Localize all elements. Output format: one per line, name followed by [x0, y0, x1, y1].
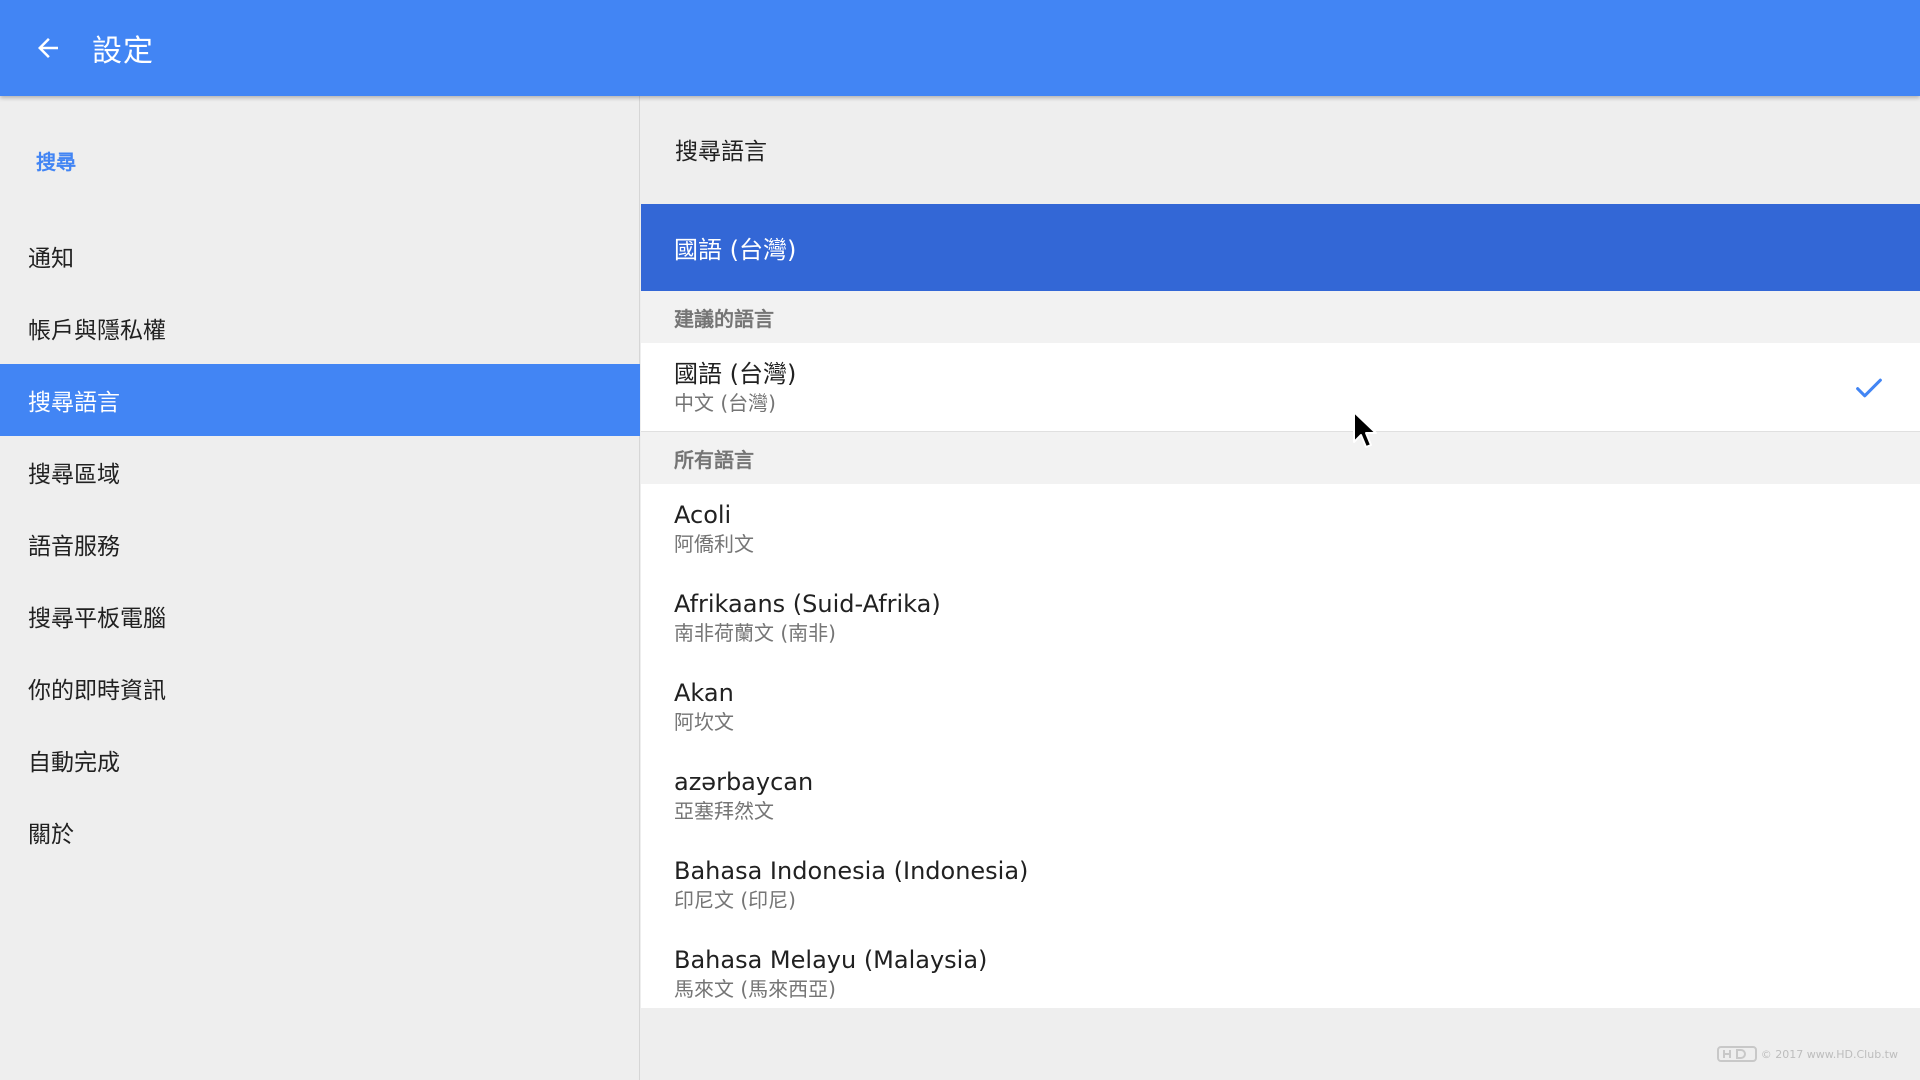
sidebar-item-label: 搜尋語言	[28, 390, 120, 416]
language-translation: 阿坎文	[674, 710, 734, 734]
arrow-left-icon	[38, 38, 58, 58]
panel-footer: © 2017 www.HD.Club.tw	[641, 1008, 1920, 1080]
sidebar-item-notifications[interactable]: 通知	[0, 220, 640, 292]
back-button[interactable]	[20, 20, 76, 76]
language-name: Bahasa Melayu (Malaysia)	[674, 946, 988, 974]
list-item-language[interactable]: Acoli 阿僑利文	[641, 484, 1920, 573]
list-item-language[interactable]: Bahasa Melayu (Malaysia) 馬來文 (馬來西亞)	[641, 929, 1920, 1008]
language-name: azərbaycan	[674, 768, 814, 796]
hd-club-logo-icon	[1716, 1046, 1757, 1062]
sidebar-item-search-region[interactable]: 搜尋區域	[0, 436, 640, 508]
language-name: Afrikaans (Suid-Afrika)	[674, 590, 941, 618]
sidebar-item-about[interactable]: 關於	[0, 796, 640, 868]
app-bar: 設定	[0, 0, 1920, 96]
list-item-language[interactable]: Akan 阿坎文	[641, 662, 1920, 751]
language-translation: 南非荷蘭文 (南非)	[674, 621, 836, 645]
language-panel: 搜尋語言 國語 (台灣) 建議的語言 國語 (台灣) 中文 (台灣) 所有語言 …	[641, 96, 1920, 1080]
language-translation: 中文 (台灣)	[674, 391, 776, 415]
section-header-label: 建議的語言	[674, 306, 774, 331]
settings-sidebar: 搜尋 通知 帳戶與隱私權 搜尋語言 搜尋區域 語音服務 搜尋平板電腦 你的即時資…	[0, 96, 640, 1080]
sidebar-item-label: 關於	[28, 822, 74, 848]
sidebar-item-voice[interactable]: 語音服務	[0, 508, 640, 580]
language-name: Acoli	[674, 501, 732, 529]
language-list[interactable]: 建議的語言 國語 (台灣) 中文 (台灣) 所有語言 Acoli 阿僑利文 Af…	[641, 291, 1920, 1008]
section-header-label: 所有語言	[674, 447, 754, 472]
list-item-language[interactable]: azərbaycan 亞塞拜然文	[641, 751, 1920, 840]
selected-language-banner: 國語 (台灣)	[641, 204, 1920, 291]
list-item-suggested-language[interactable]: 國語 (台灣) 中文 (台灣)	[641, 343, 1920, 432]
sidebar-item-label: 搜尋平板電腦	[28, 606, 166, 632]
watermark: © 2017 www.HD.Club.tw	[1716, 1044, 1898, 1064]
sidebar-item-autocomplete[interactable]: 自動完成	[0, 724, 640, 796]
sidebar-item-label: 帳戶與隱私權	[28, 318, 166, 344]
language-name: 國語 (台灣)	[674, 360, 797, 388]
language-translation: 亞塞拜然文	[674, 799, 774, 823]
suggested-languages-header: 建議的語言	[641, 291, 1920, 343]
watermark-text: © 2017 www.HD.Club.tw	[1760, 1047, 1898, 1061]
language-translation: 阿僑利文	[674, 532, 754, 556]
list-item-language[interactable]: Afrikaans (Suid-Afrika) 南非荷蘭文 (南非)	[641, 573, 1920, 662]
panel-title: 搜尋語言	[675, 139, 767, 165]
sidebar-section-label: 搜尋	[36, 150, 76, 174]
sidebar-item-label: 搜尋區域	[28, 462, 120, 488]
sidebar-item-label: 語音服務	[28, 534, 120, 560]
check-icon	[1856, 378, 1882, 398]
language-name: Bahasa Indonesia (Indonesia)	[674, 857, 1029, 885]
language-translation: 印尼文 (印尼)	[674, 888, 796, 912]
sidebar-item-search-language[interactable]: 搜尋語言	[0, 364, 640, 436]
sidebar-item-label: 你的即時資訊	[28, 678, 166, 704]
language-name: Akan	[674, 679, 734, 707]
sidebar-list: 通知 帳戶與隱私權 搜尋語言 搜尋區域 語音服務 搜尋平板電腦 你的即時資訊 自…	[0, 220, 640, 868]
page-title: 設定	[92, 34, 154, 69]
sidebar-item-now-cards[interactable]: 你的即時資訊	[0, 652, 640, 724]
selected-language-label: 國語 (台灣)	[674, 236, 797, 264]
sidebar-item-tablet-search[interactable]: 搜尋平板電腦	[0, 580, 640, 652]
all-languages-header: 所有語言	[641, 432, 1920, 484]
language-translation: 馬來文 (馬來西亞)	[674, 977, 836, 1001]
list-item-language[interactable]: Bahasa Indonesia (Indonesia) 印尼文 (印尼)	[641, 840, 1920, 929]
sidebar-item-account-privacy[interactable]: 帳戶與隱私權	[0, 292, 640, 364]
sidebar-item-label: 通知	[28, 246, 74, 272]
sidebar-item-label: 自動完成	[28, 750, 120, 776]
